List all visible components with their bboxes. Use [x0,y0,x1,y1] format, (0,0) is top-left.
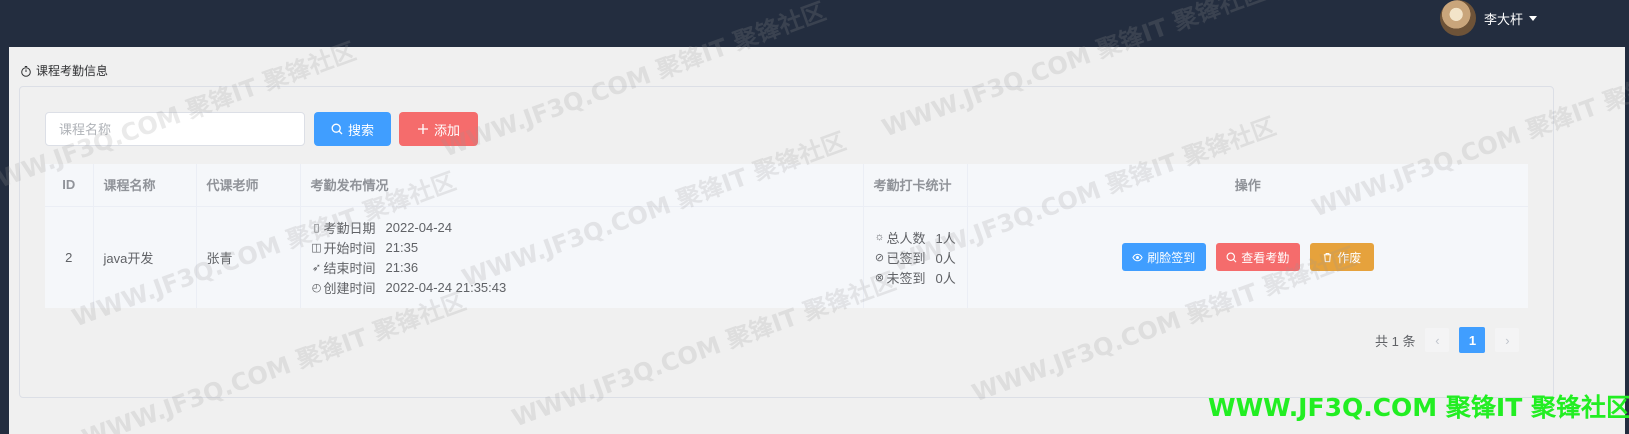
check-circle-icon: ⊘ [874,251,885,264]
table-header-row: ID 课程名称 代课老师 考勤发布情况 考勤打卡统计 操作 [45,164,1528,207]
watermark-site-label: WWW.JF3Q.COM 聚锋IT 聚锋社区 [1208,393,1629,422]
plus-icon [417,124,428,134]
calendar-icon: ▯ [313,221,320,234]
void-button[interactable]: 作废 [1309,243,1374,272]
eye-icon [1132,253,1143,262]
start-time-line: ◫ 开始时间 21:35 [311,237,853,257]
publish-date-label: 考勤日期 [323,220,376,236]
header-publish-status: 考勤发布情况 [300,164,864,207]
course-name-search-input[interactable] [45,112,305,146]
total-count-line: ☼ 总人数 1人 [874,227,957,247]
created-time-line: ◴ 创建时间 2022-04-24 21:35:43 [311,277,853,297]
breadcrumb: 课程考勤信息 [20,62,108,79]
cell-publish-status: ▯ 考勤日期 2022-04-24 ◫ 开始时间 21:35 ➶ 结束时间 21… [300,206,864,308]
face-checkin-label: 刷脸签到 [1147,250,1196,265]
user-menu[interactable]: 李大杆 [1439,0,1537,36]
publish-date-line: ▯ 考勤日期 2022-04-24 [311,217,853,237]
top-navbar: 李大杆 [0,0,1629,47]
unsigned-count-label: 未签到 [886,270,926,286]
end-time-line: ➶ 结束时间 21:36 [311,257,853,277]
cell-actions: 刷脸签到 查看考勤 作废 [967,206,1528,308]
search-icon [1226,252,1237,263]
sun-icon: ☼ [874,231,885,244]
timer-icon [21,65,31,77]
sidebar-edge [0,47,9,434]
caret-down-icon[interactable] [1529,15,1537,21]
cell-course-name: java开发 [93,206,197,308]
void-label: 作废 [1337,250,1362,265]
search-icon [331,123,343,135]
total-count-label: 总人数 [886,230,926,246]
start-time-value: 21:35 [385,239,419,255]
username[interactable]: 李大杆 [1484,9,1523,28]
pagination-total: 共 1 条 [1375,333,1416,349]
cell-id: 2 [45,206,94,308]
avatar[interactable] [1439,0,1476,36]
view-attendance-button[interactable]: 查看考勤 [1215,243,1300,272]
header-checkin-stats: 考勤打卡统计 [863,164,968,207]
unsigned-count-value: 0人 [935,270,956,286]
end-time-label: 结束时间 [323,260,376,276]
send-icon: ➶ [311,261,322,274]
header-id: ID [45,164,94,207]
breadcrumb-label: 课程考勤信息 [36,64,109,78]
search-button[interactable]: 搜索 [314,112,391,146]
unsigned-count-line: ⊗ 未签到 0人 [874,267,957,287]
search-button-label: 搜索 [347,122,374,138]
signed-count-value: 0人 [935,250,956,266]
prev-page-button[interactable]: ‹ [1425,328,1450,352]
cell-checkin-stats: ☼ 总人数 1人 ⊘ 已签到 0人 ⊗ 未签到 0人 [863,206,968,308]
header-actions: 操作 [967,164,1528,207]
header-course-name: 课程名称 [93,164,197,207]
clock-icon: ◫ [311,241,322,254]
created-time-value: 2022-04-24 21:35:43 [385,279,507,295]
chevron-left-icon: ‹ [1435,332,1440,348]
next-page-button[interactable]: › [1495,328,1520,352]
scrollbar[interactable] [1625,47,1629,434]
add-button[interactable]: 添加 [399,112,478,146]
add-button-label: 添加 [433,122,460,138]
table-row: 2 java开发 张青 ▯ 考勤日期 2022-04-24 ◫ 开始时间 21:… [45,206,1528,308]
attendance-table: ID 课程名称 代课老师 考勤发布情况 考勤打卡统计 操作 2 java开发 张… [45,164,1528,308]
chevron-right-icon: › [1505,332,1510,348]
page-number-current[interactable]: 1 [1459,327,1486,353]
signed-count-line: ⊘ 已签到 0人 [874,247,957,267]
timer-icon: ◴ [311,281,322,294]
face-checkin-button[interactable]: 刷脸签到 [1121,243,1206,272]
trash-icon [1324,252,1332,262]
end-time-value: 21:36 [385,259,419,275]
publish-date-value: 2022-04-24 [385,219,453,235]
created-time-label: 创建时间 [323,280,376,296]
start-time-label: 开始时间 [323,240,376,256]
signed-count-label: 已签到 [886,250,926,266]
view-attendance-label: 查看考勤 [1241,250,1290,265]
pagination: 共 1 条 ‹ 1 › [1375,327,1520,353]
total-count-value: 1人 [935,230,956,246]
x-circle-icon: ⊗ [874,271,885,284]
cell-teacher: 张青 [196,206,301,308]
header-teacher: 代课老师 [196,164,301,207]
